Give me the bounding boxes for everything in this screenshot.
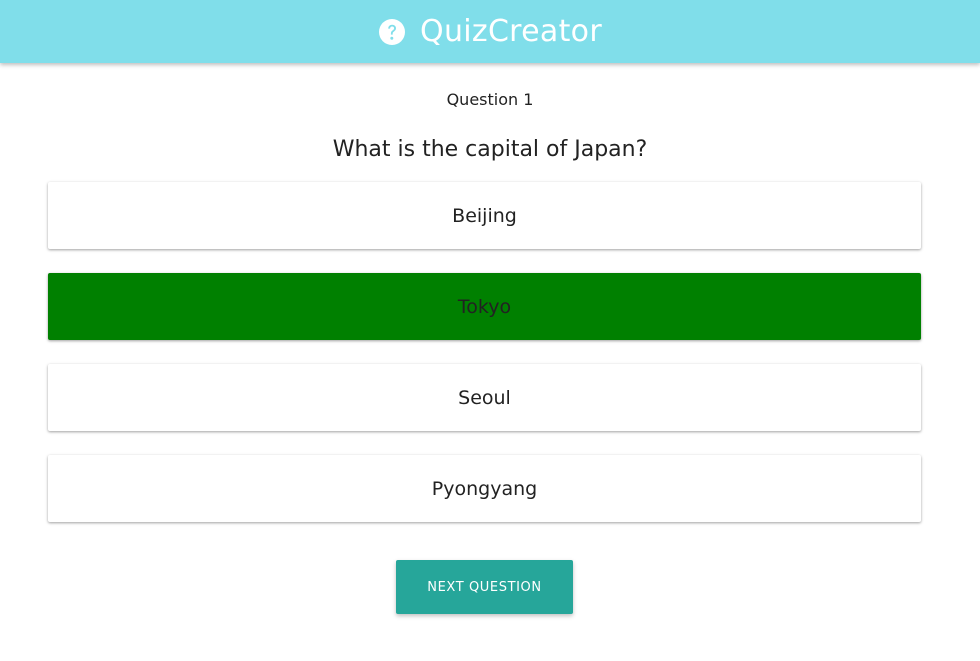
question-number: Question 1 bbox=[446, 90, 534, 109]
question-text: What is the capital of Japan? bbox=[332, 137, 648, 162]
answer-option-beijing[interactable]: Beijing bbox=[48, 182, 921, 249]
next-question-button[interactable]: NEXT QUESTION bbox=[396, 560, 573, 614]
answer-option-seoul[interactable]: Seoul bbox=[48, 364, 921, 431]
answer-label: Beijing bbox=[452, 204, 517, 227]
answer-label: Tokyo bbox=[457, 295, 512, 318]
help-circle-icon bbox=[379, 18, 406, 45]
header-brand: QuizCreator bbox=[378, 14, 602, 49]
answer-label: Pyongyang bbox=[431, 477, 538, 500]
answer-option-tokyo[interactable]: Tokyo bbox=[48, 273, 921, 340]
answer-label: Seoul bbox=[458, 386, 511, 409]
app-title: QuizCreator bbox=[420, 14, 602, 49]
answer-option-pyongyang[interactable]: Pyongyang bbox=[48, 455, 921, 522]
app-header: QuizCreator bbox=[0, 0, 980, 63]
